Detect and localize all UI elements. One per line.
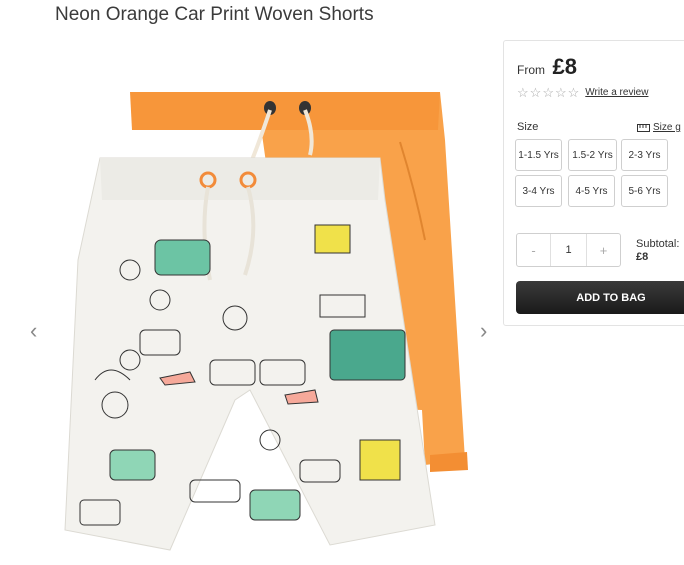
chevron-left-icon: ‹: [30, 318, 38, 343]
quantity-decrease-button[interactable]: -: [517, 234, 550, 266]
price-value: £8: [552, 54, 577, 79]
prev-image-button[interactable]: ‹: [30, 318, 37, 344]
write-review-link[interactable]: Write a review: [585, 87, 648, 98]
star-icon: ☆: [542, 85, 554, 100]
star-icon: ☆: [554, 85, 567, 100]
price-from-label: From: [517, 63, 545, 77]
quantity-stepper: - 1 +: [516, 233, 621, 267]
star-icon: ☆: [567, 85, 580, 100]
next-image-button[interactable]: ›: [480, 318, 487, 344]
size-option[interactable]: 5-6 Yrs: [621, 175, 668, 207]
size-guide-link[interactable]: Size g: [637, 122, 681, 133]
printed-shorts: [64, 157, 436, 551]
ruler-icon: [637, 123, 650, 132]
subtotal: Subtotal: £8: [636, 238, 679, 264]
shorts-illustration: [64, 92, 468, 551]
quantity-increase-button[interactable]: +: [587, 234, 620, 266]
add-to-bag-button[interactable]: ADD TO BAG: [516, 281, 684, 314]
size-guide-label: Size g: [653, 122, 681, 133]
size-option[interactable]: 3-4 Yrs: [515, 175, 562, 207]
star-rating: ☆ ☆ ☆ ☆ ☆: [517, 86, 579, 99]
subtotal-label: Subtotal:: [636, 238, 680, 250]
size-options: 1-1.5 Yrs 1.5-2 Yrs 2-3 Yrs 3-4 Yrs 4-5 …: [515, 139, 670, 207]
size-label: Size: [517, 121, 539, 133]
star-icon: ☆: [529, 85, 542, 100]
size-option[interactable]: 1.5-2 Yrs: [568, 139, 617, 171]
product-title: Neon Orange Car Print Woven Shorts: [55, 4, 374, 25]
size-option[interactable]: 1-1.5 Yrs: [515, 139, 562, 171]
subtotal-amount: £8: [636, 251, 649, 263]
chevron-right-icon: ›: [480, 318, 488, 343]
size-option[interactable]: 2-3 Yrs: [621, 139, 668, 171]
size-option[interactable]: 4-5 Yrs: [568, 175, 615, 207]
quantity-input[interactable]: 1: [550, 234, 587, 266]
product-image: [20, 60, 500, 560]
rating: ☆ ☆ ☆ ☆ ☆ Write a review: [517, 86, 648, 99]
star-icon: ☆: [517, 85, 529, 100]
purchase-panel: From £8 ☆ ☆ ☆ ☆ ☆ Write a review Size Si…: [503, 40, 684, 326]
price: From £8: [517, 54, 577, 80]
